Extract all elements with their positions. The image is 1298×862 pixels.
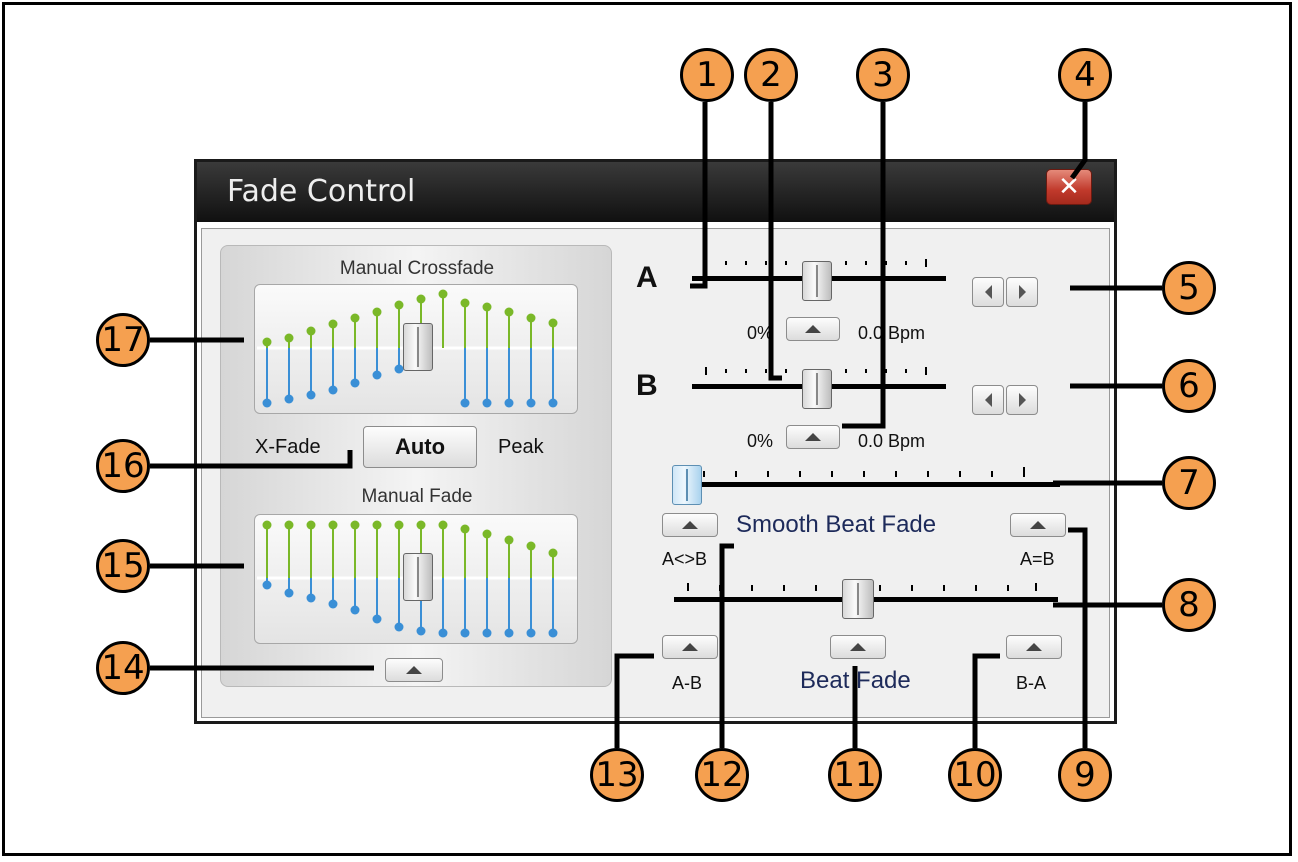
callout-13: 13: [590, 748, 644, 802]
callout-1: 1: [680, 48, 734, 102]
callout-10: 10: [948, 748, 1002, 802]
callout-6: 6: [1162, 359, 1216, 413]
callout-15: 15: [96, 539, 150, 593]
callout-lines: [150, 102, 1162, 748]
callout-4: 4: [1058, 48, 1112, 102]
callout-11: 11: [828, 748, 882, 802]
callout-5: 5: [1162, 261, 1216, 315]
callout-7: 7: [1162, 456, 1216, 510]
callout-16: 16: [96, 439, 150, 493]
callout-17: 17: [96, 313, 150, 367]
callout-12: 12: [695, 748, 749, 802]
callout-3: 3: [856, 48, 910, 102]
callout-9: 9: [1058, 748, 1112, 802]
callout-14: 14: [96, 641, 150, 695]
callout-8: 8: [1162, 578, 1216, 632]
callout-2: 2: [744, 48, 798, 102]
